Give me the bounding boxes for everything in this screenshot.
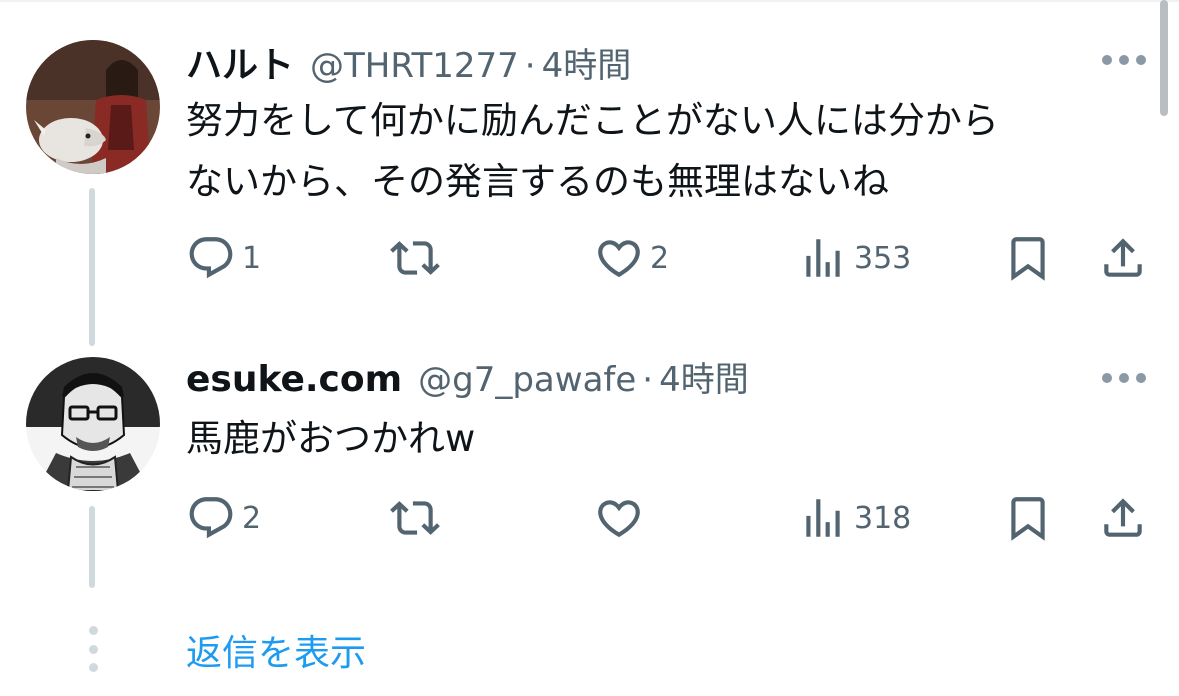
views-button[interactable]: 353 [798,233,911,283]
tweet-text: 馬鹿がおつかれw [186,417,476,460]
like-count: 2 [650,240,670,276]
more-icon[interactable] [1102,370,1146,386]
user-handle[interactable]: @THRT1277 [310,46,519,86]
share-button[interactable] [1098,233,1148,283]
avatar[interactable] [26,357,160,491]
like-button[interactable]: 2 [594,233,669,283]
avatar-image [26,357,160,491]
reply-icon [189,497,233,539]
avatar-image [26,40,160,174]
share-icon [1104,498,1142,537]
show-replies-link[interactable]: 返信を表示 [186,624,366,676]
share-icon [1104,238,1142,277]
reply-button[interactable]: 2 [186,493,261,543]
reply-button[interactable]: 1 [186,233,261,283]
timestamp[interactable]: 4時間 [542,38,632,87]
reply-count: 2 [242,500,262,536]
display-name[interactable]: esuke.com [186,359,402,400]
bookmark-icon [1011,237,1045,281]
like-icon [598,500,640,538]
like-icon [598,240,640,278]
top-divider [0,0,1179,2]
separator-dot: · [524,46,536,86]
more-icon[interactable] [1102,52,1146,68]
action-bar: 1 2 353 [0,228,1179,288]
action-bar: 2 318 [0,488,1179,548]
view-count: 353 [854,240,912,276]
show-replies-row[interactable]: 返信を表示 [0,612,1179,682]
scrollbar[interactable] [1160,0,1168,116]
separator-dot: · [642,360,654,400]
retweet-button[interactable] [390,233,440,283]
retweet-icon [390,241,440,275]
reply-icon [189,237,233,279]
tweet-header: ハルト @THRT1277 · 4時間 [186,36,632,87]
retweet-button[interactable] [390,493,440,543]
bookmark-button[interactable] [1003,233,1053,283]
views-icon [806,499,840,537]
tweet-text: 努力をして何かに励んだことがない人には分から ないから、その発言するのも無理はな… [186,99,999,203]
views-icon [806,239,840,277]
bookmark-icon [1011,497,1045,541]
bookmark-button[interactable] [1003,493,1053,543]
retweet-icon [390,501,440,535]
more-replies-dots-icon [88,626,98,672]
tweet-header: esuke.com @g7_pawafe · 4時間 [186,352,749,400]
like-button[interactable] [594,493,650,543]
views-button[interactable]: 318 [798,493,911,543]
timestamp[interactable]: 4時間 [659,352,749,401]
user-handle[interactable]: @g7_pawafe [418,360,636,400]
view-count: 318 [854,500,912,536]
display-name[interactable]: ハルト [186,36,294,88]
reply-count: 1 [242,240,262,276]
share-button[interactable] [1098,493,1148,543]
avatar[interactable] [26,40,160,174]
